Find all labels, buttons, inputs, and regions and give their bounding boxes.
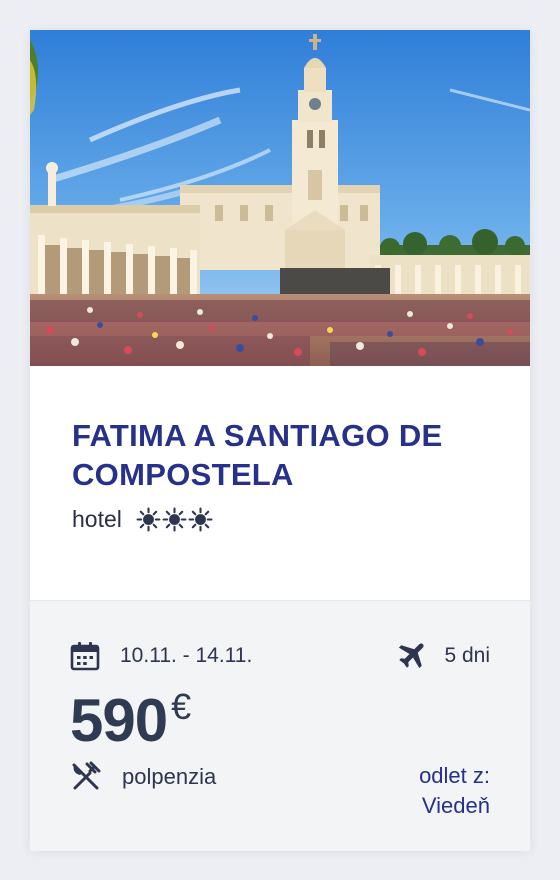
board-row: polpenzia: [70, 761, 216, 793]
sanctuary-image: [30, 30, 530, 366]
sun-icon: [136, 507, 161, 532]
trip-duration: 5 dni: [444, 644, 490, 667]
offer-card[interactable]: FATIMA A SANTIAGO DE COMPOSTELA hotel 10…: [30, 30, 530, 851]
departure-info: odlet z: Viedeň: [419, 761, 490, 821]
departure-label: odlet z:: [419, 763, 490, 788]
offer-title[interactable]: FATIMA A SANTIAGO DE COMPOSTELA: [72, 416, 502, 494]
price-value: 590: [70, 687, 168, 754]
travel-dates: 10.11. - 14.11.: [120, 644, 253, 667]
board-type: polpenzia: [122, 764, 217, 789]
sun-icon: [162, 507, 187, 532]
date-row: 10.11. - 14.11.: [70, 641, 252, 671]
accommodation-row: hotel: [72, 506, 213, 533]
duration-row: 5 dni: [396, 641, 490, 671]
accommodation-label: hotel: [72, 506, 122, 532]
departure-city: Viedeň: [421, 793, 490, 818]
offer-info: FATIMA A SANTIAGO DE COMPOSTELA hotel: [30, 366, 530, 600]
airplane-icon: [399, 643, 425, 669]
cutlery-icon: [72, 761, 101, 790]
offer-photo[interactable]: [30, 30, 530, 366]
price-currency: €: [171, 686, 192, 727]
offer-details: 10.11. - 14.11. 5 dni 590 € polpenzia od…: [30, 600, 530, 851]
calendar-icon: [70, 642, 100, 671]
sun-icon: [188, 507, 213, 532]
rating: [136, 507, 213, 532]
price: 590 €: [70, 687, 191, 755]
